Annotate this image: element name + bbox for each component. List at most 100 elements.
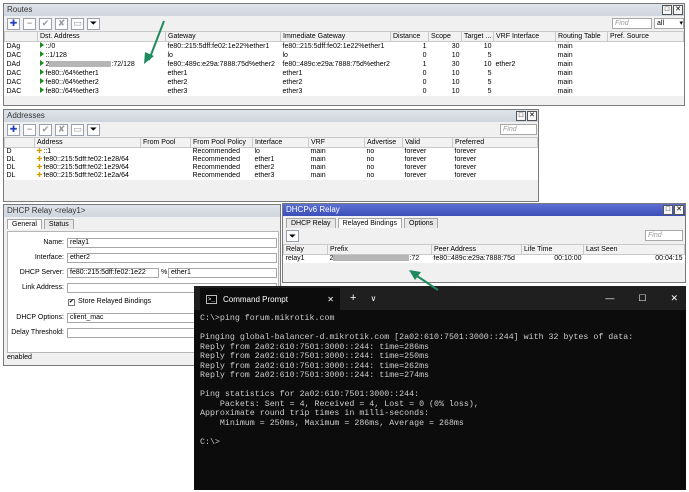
enable-button[interactable]: ✔ [39,17,52,30]
chevron-down-icon: ▾ [679,20,683,27]
name-field[interactable]: relay1 [67,238,277,248]
table-row[interactable]: DAC fe80::/64%ether2 ether2 ether2 0 10 5 main [5,78,684,87]
comment-button[interactable]: ▭ [71,123,84,136]
close-button[interactable]: ✕ [527,111,537,121]
interface-select[interactable]: ether2 [67,253,277,263]
col-routing-table[interactable]: Routing Table [555,31,608,42]
col-interface[interactable]: Interface [252,137,309,148]
cmd-output[interactable]: C:\>ping forum.mikrotik.com Pinging globa… [194,310,686,451]
close-tab-icon[interactable]: ✕ [327,295,334,304]
maximize-button[interactable]: □ [663,205,673,215]
close-icon[interactable]: ✕ [670,293,678,304]
maximize-button[interactable]: □ [516,111,526,121]
col-distance[interactable]: Distance [390,31,429,42]
dhcp-relay-tabs: General Status [4,217,280,229]
minimize-icon[interactable]: — [605,293,614,304]
routing-table-cell: main [557,51,573,59]
dst-text: ::/0 [45,43,56,50]
tab-dhcp-relay[interactable]: DHCP Relay [286,218,336,228]
col-dst-address[interactable]: Dst. Address [37,31,166,42]
cmd-tab[interactable]: >_ Command Prompt ✕ [200,288,340,310]
col-peer-address[interactable]: Peer Address [431,244,522,255]
flag-cell: DAC [6,69,22,77]
plus-icon: ✚ [9,18,18,28]
filter-button[interactable]: ⏷ [87,17,100,30]
cmd-tab-title: Command Prompt [223,294,288,304]
flag-cell: D [6,148,12,155]
plus-icon: ✚ [9,124,18,134]
col-vrf-interface[interactable]: VRF Interface [493,31,556,42]
col-flags[interactable] [4,137,35,148]
table-row[interactable]: DAC fe80::/64%ether1 ether1 ether1 0 10 5 main [5,69,684,78]
table-row[interactable]: DAd 2:72/128 fe80::489c:e29a:7888:75d%ethe… [5,60,684,69]
gateway-cell: lo [167,51,173,59]
dhcp-relay-titlebar[interactable]: DHCP Relay <relay1> [4,205,280,217]
tab-dropdown-button[interactable]: ∨ [370,294,376,303]
col-last-seen[interactable]: Last Seen [583,244,685,255]
remove-button[interactable]: − [23,17,36,30]
tab-relayed-bindings[interactable]: Relayed Bindings [337,218,403,228]
close-button[interactable]: ✕ [673,5,683,15]
filter-button[interactable]: ⏷ [286,230,299,242]
routes-find-input[interactable]: Find [612,18,652,29]
col-gateway[interactable]: Gateway [165,31,281,42]
dhcpv6-find-input[interactable]: Find [645,230,683,241]
dst-text: fe80::/64%ether3 [45,88,99,95]
dst-cell: ::1/128 [38,51,166,60]
tab-general[interactable]: General [7,219,42,229]
dhcp-server-field[interactable]: fe80::215:5dff:fe02:1e22 [67,268,159,278]
table-row[interactable]: relay1 2:72 fe80::489c:e29a:7888:75d 00:… [284,255,685,264]
store-bindings-checkbox[interactable]: ✔ [68,299,75,306]
table-row[interactable]: DL ✚fe80::215:5dff:fe02:1e2a/64 Recommende… [5,172,538,180]
col-life-time[interactable]: Life Time [521,244,584,255]
table-row[interactable]: DAg::/0 fe80::215:5dff:fe02:1e22%ether1 fe… [5,42,684,52]
maximize-icon[interactable]: ☐ [638,293,646,304]
tab-status[interactable]: Status [43,219,74,229]
table-row[interactable]: D ✚::1 Recommended lo main no forever forever [5,148,538,157]
disable-button[interactable]: ✘ [55,123,68,136]
close-button[interactable]: ✕ [674,205,684,215]
col-relay[interactable]: Relay [283,244,328,255]
routes-filter-select[interactable]: all ▾ [654,18,684,29]
vrf-cell: main [310,148,326,155]
table-row[interactable]: DL ✚fe80::215:5dff:fe02:1e28/64 Recommende… [5,156,538,164]
remove-button[interactable]: − [23,123,36,136]
dst-end: :72/128 [111,61,135,68]
col-from-pool[interactable]: From Pool [140,137,191,148]
col-target-scope[interactable]: Target ... [461,31,494,42]
addresses-titlebar[interactable]: Addresses □ ✕ [4,110,538,122]
filter-button[interactable]: ⏷ [87,123,100,136]
cmd-titlebar[interactable]: >_ Command Prompt ✕ + ∨ — ☐ ✕ [194,286,686,310]
table-row[interactable]: DL ✚fe80::215:5dff:fe02:1e29/64 Recommende… [5,164,538,172]
comment-button[interactable]: ▭ [71,17,84,30]
col-from-pool-policy[interactable]: From Pool Policy [190,137,253,148]
col-address[interactable]: Address [34,137,141,148]
table-row[interactable]: DAC::1/128 lo lo 0 10 5 main [5,51,684,60]
col-scope[interactable]: Scope [428,31,462,42]
col-flags[interactable] [4,31,38,42]
interface-cell: ether1 [254,156,275,163]
col-preferred[interactable]: Preferred [452,137,538,148]
col-vrf[interactable]: VRF [308,137,365,148]
routes-titlebar[interactable]: Routes □ ✕ [4,4,684,16]
dhcpv6-relay-titlebar[interactable]: DHCPv6 Relay □ ✕ [283,204,685,216]
col-immediate-gateway[interactable]: Immediate Gateway [280,31,391,42]
addresses-find-input[interactable]: Find [500,124,537,135]
tab-options[interactable]: Options [404,218,439,228]
add-button[interactable]: ✚ [7,123,20,136]
add-button[interactable]: ✚ [7,17,20,30]
dhcp-server-interface-select[interactable]: ether1 [168,268,277,278]
col-valid[interactable]: Valid [402,137,453,148]
col-pref-source[interactable]: Pref. Source [607,31,684,42]
disable-button[interactable]: ✘ [55,17,68,30]
col-prefix[interactable]: Prefix [327,244,432,255]
peer-cell: fe80::489c:e29a:7888:75d [433,255,515,262]
table-row[interactable]: DAC fe80::/64%ether3 ether3 ether3 0 10 5 main [5,87,684,96]
col-advertise[interactable]: Advertise [364,137,403,148]
vrf-cell [494,78,556,87]
new-tab-button[interactable]: + [350,292,356,304]
enable-button[interactable]: ✔ [39,123,52,136]
server-iface-value: ether1 [171,269,191,276]
advertise-cell: no [366,148,375,155]
maximize-button[interactable]: □ [662,5,672,15]
